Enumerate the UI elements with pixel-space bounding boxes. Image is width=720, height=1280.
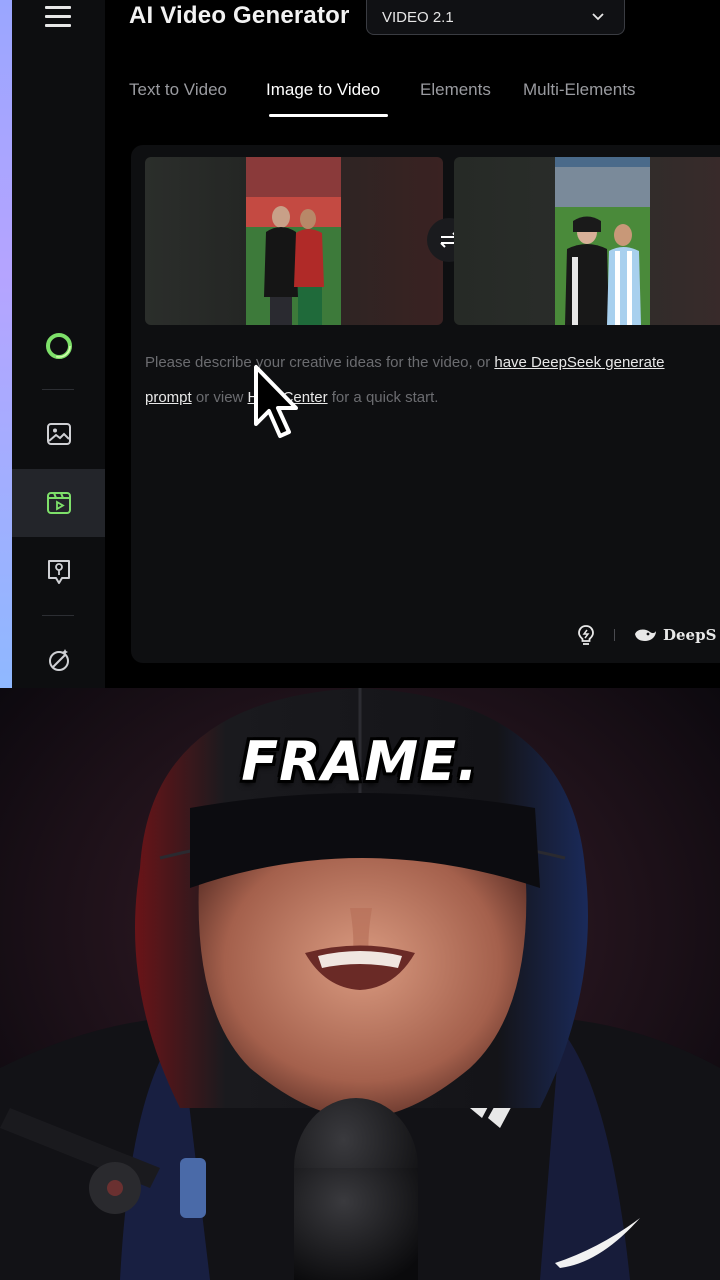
deepseek-prompt-link[interactable]: prompt [145,389,192,406]
start-frame-slot[interactable] [145,157,443,325]
tab-multi-elements[interactable]: Multi-Elements [523,80,635,100]
deepseek-button[interactable]: DeepS [633,626,716,644]
sidebar-item-effects[interactable] [12,626,105,688]
hamburger-menu-icon[interactable] [45,4,71,28]
presenter-video-frame: FRAME. [0,688,720,1280]
sidebar [12,0,105,688]
prompt-placeholder-text: or view [191,389,248,406]
lightbulb-icon[interactable] [576,624,596,646]
window-edge [0,0,12,688]
tab-image-to-video[interactable]: Image to Video [266,80,380,100]
shield-pin-icon [47,560,70,584]
end-frame-slot[interactable] [454,157,720,325]
deepseek-label: DeepS [663,626,717,644]
app-screenshot: AI Video Generator VIDEO 2.1 Text to Vid… [0,0,720,688]
tab-elements[interactable]: Elements [420,80,491,100]
sidebar-item-images[interactable] [12,400,105,468]
page-title: AI Video Generator [129,2,350,29]
end-frame-image [555,157,650,325]
tab-text-to-video[interactable]: Text to Video [129,80,227,100]
prompt-toolbar: DeepS [576,623,716,647]
sidebar-divider [42,615,74,616]
magic-wand-icon [48,649,69,671]
prompt-placeholder-text: Please describe your creative ideas for … [145,354,495,371]
ring-logo-icon [45,333,72,359]
sidebar-divider [42,389,74,390]
mouse-cursor-icon [254,365,298,438]
model-select[interactable]: VIDEO 2.1 [366,0,625,35]
video-icon [46,492,71,514]
deepseek-generate-link[interactable]: have DeepSeek generate [494,354,664,371]
prompt-input[interactable]: Please describe your creative ideas for … [145,345,720,415]
start-frame-image [246,157,341,325]
active-tab-indicator [269,114,388,117]
prompt-placeholder-text: for a quick start. [327,389,439,406]
model-select-value: VIDEO 2.1 [382,8,454,26]
sidebar-item-home[interactable] [12,312,105,380]
sidebar-item-video[interactable] [12,469,105,537]
toolbar-divider [614,629,615,641]
video-caption: FRAME. [241,730,479,793]
deepseek-whale-icon [635,629,656,641]
generation-panel: Please describe your creative ideas for … [131,145,720,663]
image-icon [46,423,71,445]
sidebar-item-elements[interactable] [12,538,105,606]
chevron-down-icon [592,13,604,21]
